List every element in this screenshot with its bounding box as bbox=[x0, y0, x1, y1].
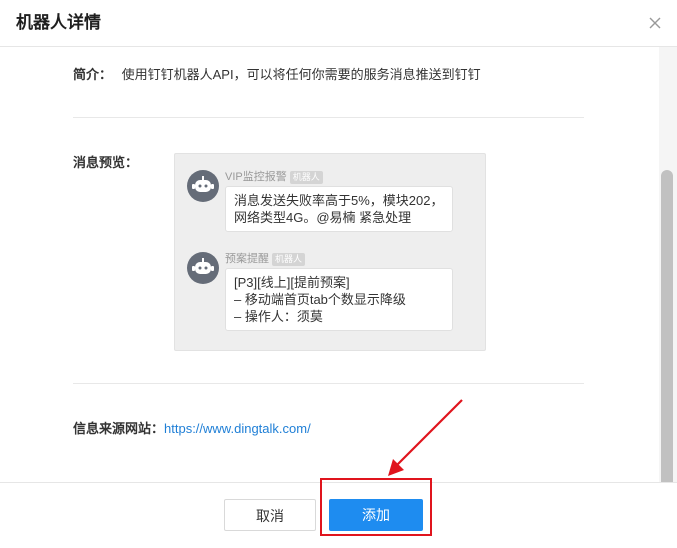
message-bubble: 消息发送失败率高于5%，模块202， 网络类型4G。@易楠 紧急处理 bbox=[225, 186, 453, 232]
divider bbox=[73, 383, 584, 384]
intro-text: 使用钉钉机器人API，可以将任何你需要的服务消息推送到钉钉 bbox=[121, 67, 481, 82]
sender-name: VIP监控报警 bbox=[225, 171, 287, 183]
dialog-title: 机器人详情 bbox=[16, 13, 101, 32]
intro-row: 简介： 使用钉钉机器人API，可以将任何你需要的服务消息推送到钉钉 bbox=[73, 66, 481, 84]
intro-label: 简介： bbox=[73, 67, 113, 82]
message-line: – 移动端首页tab个数显示降级 bbox=[234, 292, 406, 307]
sender-name: 预案提醒 bbox=[225, 253, 269, 265]
preview-message: 预案提醒 机器人 [P3][线上][提前预案] – 移动端首页tab个数显示降级 … bbox=[187, 252, 467, 338]
message-sender: 预案提醒 机器人 bbox=[225, 252, 306, 266]
scrollbar-thumb[interactable] bbox=[661, 170, 673, 510]
preview-label-row: 消息预览： bbox=[73, 154, 138, 172]
source-row: 信息来源网站：https://www.dingtalk.com/ bbox=[73, 420, 311, 438]
divider bbox=[73, 117, 584, 118]
source-link[interactable]: https://www.dingtalk.com/ bbox=[164, 421, 311, 436]
close-icon[interactable] bbox=[645, 13, 665, 33]
preview-message: VIP监控报警 机器人 消息发送失败率高于5%，模块202， 网络类型4G。@易楠… bbox=[187, 170, 467, 240]
message-line: [P3][线上][提前预案] bbox=[234, 275, 350, 290]
robot-avatar-icon bbox=[187, 252, 219, 284]
robot-detail-dialog: 机器人详情 简介： 使用钉钉机器人API，可以将任何你需要的服务消息推送到钉钉 … bbox=[0, 0, 677, 548]
dialog-header: 机器人详情 bbox=[0, 0, 677, 47]
robot-badge: 机器人 bbox=[272, 253, 306, 266]
message-line: 网络类型4G。@易楠 紧急处理 bbox=[234, 210, 412, 225]
preview-label: 消息预览： bbox=[73, 155, 139, 170]
message-sender: VIP监控报警 机器人 bbox=[225, 170, 323, 184]
cancel-button[interactable]: 取消 bbox=[224, 499, 316, 531]
message-line: 消息发送失败率高于5%，模块202， bbox=[234, 193, 444, 208]
message-line: – 操作人：须莫 bbox=[234, 309, 323, 324]
dialog-footer: 取消 添加 bbox=[0, 482, 677, 548]
message-bubble: [P3][线上][提前预案] – 移动端首页tab个数显示降级 – 操作人：须莫 bbox=[225, 268, 453, 331]
source-label: 信息来源网站： bbox=[73, 421, 165, 436]
robot-avatar-icon bbox=[187, 170, 219, 202]
add-button[interactable]: 添加 bbox=[329, 499, 423, 531]
message-preview: VIP监控报警 机器人 消息发送失败率高于5%，模块202， 网络类型4G。@易楠… bbox=[174, 153, 486, 351]
robot-badge: 机器人 bbox=[289, 171, 323, 184]
dialog-body: 简介： 使用钉钉机器人API，可以将任何你需要的服务消息推送到钉钉 消息预览： bbox=[0, 47, 659, 482]
